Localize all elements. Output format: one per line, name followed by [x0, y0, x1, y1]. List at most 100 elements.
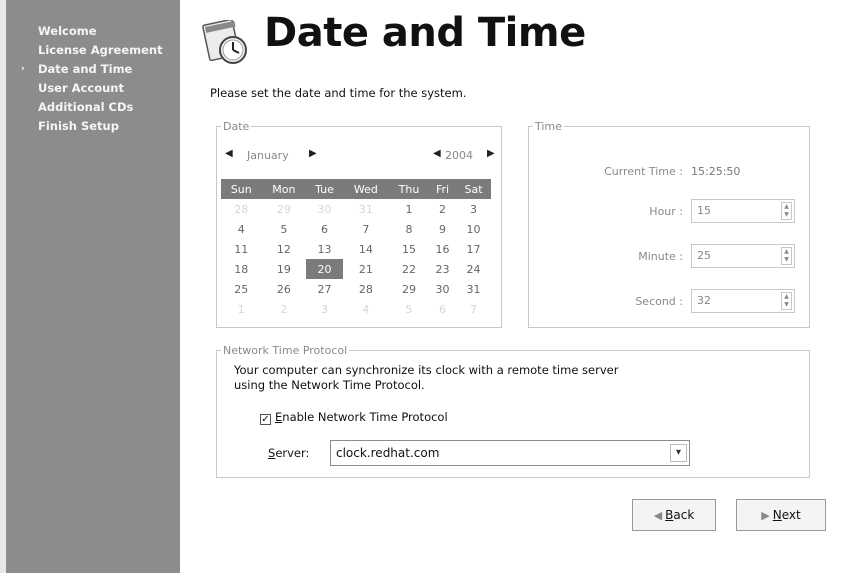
sidebar-item-additional-cds: Additional CDs: [6, 98, 180, 117]
minute-label: Minute :: [638, 250, 683, 263]
calendar-day[interactable]: 26: [261, 279, 306, 299]
calendar-day[interactable]: 12: [261, 239, 306, 259]
prev-month-icon[interactable]: ◀: [225, 148, 233, 159]
calendar-day-outside[interactable]: 2: [261, 299, 306, 319]
calendar-day[interactable]: 30: [429, 279, 456, 299]
calendar-day[interactable]: 16: [429, 239, 456, 259]
sidebar-item-label: Welcome: [38, 24, 97, 38]
minute-value: 25: [697, 249, 711, 262]
calendar-week-row: 18 19 20 21 22 23 24: [221, 259, 491, 279]
weekday-header: Thu: [389, 179, 429, 199]
calendar-day-outside[interactable]: 1: [221, 299, 261, 319]
date-legend: Date: [223, 120, 250, 133]
calendar-day-outside[interactable]: 30: [306, 199, 342, 219]
back-button[interactable]: ◀ Back: [632, 499, 716, 531]
sidebar-item-label: Finish Setup: [38, 119, 119, 133]
back-arrow-icon: ◀: [653, 509, 663, 522]
calendar-week-row: 28 29 30 31 1 2 3: [221, 199, 491, 219]
sidebar-item-welcome: Welcome: [6, 22, 180, 41]
calendar-day[interactable]: 22: [389, 259, 429, 279]
calendar-day[interactable]: 4: [221, 219, 261, 239]
calendar-day[interactable]: 23: [429, 259, 456, 279]
enable-ntp-checkbox[interactable]: ✓ Enable Network Time Protocol: [260, 410, 448, 425]
calendar-day[interactable]: 7: [343, 219, 389, 239]
server-combobox[interactable]: clock.redhat.com ▾: [330, 440, 690, 466]
spin-arrows-icon[interactable]: ▲ ▼: [781, 247, 792, 265]
next-month-icon[interactable]: ▶: [309, 148, 317, 159]
sidebar-steps: Welcome License Agreement › Date and Time…: [6, 0, 180, 136]
calendar-day[interactable]: 10: [456, 219, 491, 239]
calendar-week-row: 25 26 27 28 29 30 31: [221, 279, 491, 299]
next-arrow-icon: ▶: [761, 509, 770, 522]
calendar-day[interactable]: 3: [456, 199, 491, 219]
calendar-day[interactable]: 2: [429, 199, 456, 219]
calendar-day-outside[interactable]: 31: [343, 199, 389, 219]
weekday-header-row: Sun Mon Tue Wed Thu Fri Sat: [221, 179, 491, 199]
clock-calendar-icon: [202, 20, 247, 64]
server-label-text: erver:: [275, 446, 310, 460]
calendar-day[interactable]: 14: [343, 239, 389, 259]
ntp-description-line: using the Network Time Protocol.: [234, 378, 425, 392]
calendar-day-outside[interactable]: 6: [429, 299, 456, 319]
calendar-day[interactable]: 1: [389, 199, 429, 219]
sidebar-item-date-time: › Date and Time: [6, 60, 180, 79]
calendar-nav: ◀ January ▶ ◀ 2004 ▶: [221, 147, 497, 165]
calendar-day[interactable]: 24: [456, 259, 491, 279]
calendar-day[interactable]: 18: [221, 259, 261, 279]
prev-year-icon[interactable]: ◀: [433, 148, 441, 159]
calendar-day-outside[interactable]: 29: [261, 199, 306, 219]
sidebar: Welcome License Agreement › Date and Time…: [0, 0, 180, 573]
hour-spinbox[interactable]: 15 ▲ ▼: [691, 199, 795, 223]
calendar-day[interactable]: 15: [389, 239, 429, 259]
calendar-day[interactable]: 17: [456, 239, 491, 259]
minute-spinbox[interactable]: 25 ▲ ▼: [691, 244, 795, 268]
calendar-day-selected[interactable]: 20: [306, 259, 343, 279]
ntp-description: Your computer can synchronize its clock …: [234, 363, 618, 393]
next-year-icon[interactable]: ▶: [487, 148, 495, 159]
calendar-day[interactable]: 25: [221, 279, 261, 299]
calendar-day-outside[interactable]: 4: [343, 299, 389, 319]
sidebar-item-license: License Agreement: [6, 41, 180, 60]
calendar-day[interactable]: 28: [343, 279, 389, 299]
calendar-day[interactable]: 9: [429, 219, 456, 239]
calendar-week-row: 1 2 3 4 5 6 7: [221, 299, 491, 319]
calendar-day[interactable]: 29: [389, 279, 429, 299]
calendar-day[interactable]: 8: [389, 219, 429, 239]
intro-text: Please set the date and time for the sys…: [210, 86, 467, 100]
spin-arrows-icon[interactable]: ▲ ▼: [781, 202, 792, 220]
weekday-header: Wed: [342, 179, 390, 199]
calendar-day[interactable]: 21: [343, 259, 389, 279]
current-time-value: 15:25:50: [691, 165, 741, 178]
calendar-day-outside[interactable]: 5: [389, 299, 429, 319]
hour-label: Hour :: [649, 205, 683, 218]
second-value: 32: [697, 294, 711, 307]
calendar-day[interactable]: 19: [261, 259, 306, 279]
calendar-day-outside[interactable]: 3: [306, 299, 342, 319]
page-title: Date and Time: [264, 10, 586, 56]
calendar-day[interactable]: 6: [306, 219, 342, 239]
weekday-header: Tue: [306, 179, 343, 199]
next-button[interactable]: ▶ Next: [736, 499, 826, 531]
next-mnemonic: N: [772, 508, 782, 522]
calendar-day[interactable]: 31: [456, 279, 491, 299]
spin-arrows-icon[interactable]: ▲ ▼: [781, 292, 792, 310]
calendar-grid: Sun Mon Tue Wed Thu Fri Sat 28 29 30 31 …: [221, 179, 491, 319]
checkmark-icon[interactable]: ✓: [260, 414, 271, 425]
main-panel: Date and Time Please set the date and ti…: [180, 0, 866, 573]
calendar-week-row: 11 12 13 14 15 16 17: [221, 239, 491, 259]
calendar-day[interactable]: 27: [306, 279, 342, 299]
current-time-label: Current Time :: [604, 165, 683, 178]
calendar-day-outside[interactable]: 7: [456, 299, 491, 319]
chevron-down-icon[interactable]: ▾: [670, 444, 687, 462]
ntp-legend: Network Time Protocol: [223, 344, 348, 357]
sidebar-item-label: Additional CDs: [38, 100, 134, 114]
next-label: ext: [781, 508, 801, 522]
second-spinbox[interactable]: 32 ▲ ▼: [691, 289, 795, 313]
calendar-day[interactable]: 13: [306, 239, 342, 259]
calendar-day-outside[interactable]: 28: [221, 199, 261, 219]
calendar-day[interactable]: 5: [261, 219, 306, 239]
calendar-day[interactable]: 11: [221, 239, 261, 259]
server-value[interactable]: clock.redhat.com: [336, 446, 439, 460]
time-legend: Time: [535, 120, 562, 133]
second-label: Second :: [635, 295, 683, 308]
